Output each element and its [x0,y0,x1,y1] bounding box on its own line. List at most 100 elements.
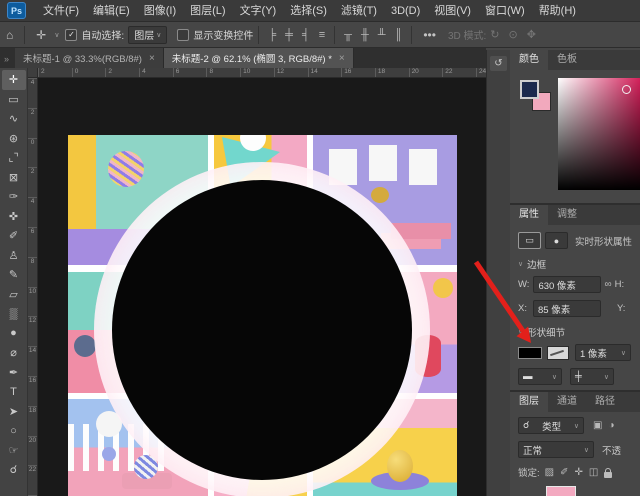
tool-button[interactable]: ∿ [2,109,26,129]
color-picker-marker[interactable] [622,85,631,94]
ruler-tick-label: 2 [28,108,37,138]
ruler-tick-label: 20 [28,436,37,466]
tool-button[interactable]: ➤ [2,402,26,422]
tool-button[interactable]: ☞ [2,441,26,461]
tool-button[interactable]: ▱ [2,285,26,305]
auto-select-checkbox[interactable]: ✓ [65,29,77,41]
blend-mode-value: 正常 [523,443,542,457]
lock-option-icon[interactable]: ◫ [586,467,601,478]
mode3d-icon[interactable]: ⊙ [505,28,522,41]
tool-button[interactable]: ✜ [2,207,26,227]
tool-button[interactable]: ⊠ [2,168,26,188]
ruler-origin-corner[interactable] [28,68,38,78]
menu-item[interactable]: 文件(F) [36,0,86,22]
tool-button[interactable]: ⌀ [2,343,26,363]
lock-option-icon[interactable]: ✛ [571,467,585,478]
x-input[interactable]: 85 像素 [533,300,601,317]
tool-button[interactable]: ⊛ [2,129,26,149]
ellipse-shape-layer[interactable] [112,180,412,480]
layer-filter-icon[interactable]: ▣ [590,420,605,431]
lock-option-icon[interactable]: ▨ [542,467,557,478]
stroke-align-dropdown[interactable]: ╪ ∨ [570,368,614,385]
align-icon[interactable]: ╨ [374,29,390,41]
close-icon[interactable]: × [149,53,155,64]
align-icon[interactable]: ╫ [357,29,373,41]
auto-select-target-dropdown[interactable]: 图层 ∨ [128,26,167,44]
width-input[interactable]: 630 像素 [533,276,601,293]
tab-properties[interactable]: 属性 [510,205,548,225]
tool-button[interactable]: ✒ [2,363,26,383]
canvas-artwork[interactable] [68,135,457,496]
align-icon[interactable]: ╞ [264,29,280,41]
menu-item[interactable]: 3D(D) [384,0,427,22]
more-options-icon[interactable]: ••• [417,28,442,42]
tool-button[interactable]: ○ [2,421,26,441]
lock-all-icon[interactable] [604,472,612,478]
move-tool-preset-icon[interactable]: ✛ [30,28,52,42]
align-icon[interactable]: ╥ [340,29,356,41]
menu-items: 文件(F)编辑(E)图像(I)图层(L)文字(Y)选择(S)滤镜(T)3D(D)… [36,0,583,22]
menu-item[interactable]: 帮助(H) [532,0,583,22]
tab-paths[interactable]: 路径 [586,392,624,412]
stroke-style-dropdown[interactable]: ▬ ∨ [518,368,562,385]
tab-adjustments[interactable]: 调整 [548,205,586,225]
show-transform-checkbox[interactable] [177,29,189,41]
menu-item[interactable]: 文字(Y) [233,0,284,22]
tool-button[interactable]: ▒ [2,304,26,324]
tab-swatches[interactable]: 色板 [548,50,586,70]
blend-mode-dropdown[interactable]: 正常 ∨ [518,441,594,458]
tool-button[interactable]: ▭ [2,90,26,110]
mode3d-icon[interactable]: ✥ [523,28,540,41]
link-dimensions-icon[interactable]: ∞ [601,279,614,290]
home-icon[interactable]: ⌂ [0,28,19,42]
rectangle-properties-icon[interactable]: ▭ [518,232,541,249]
menu-item[interactable]: 图层(L) [183,0,232,22]
stroke-color-swatch[interactable] [547,346,569,360]
menu-item[interactable]: 图像(I) [137,0,183,22]
border-section-title: 边框 [527,257,546,271]
menu-item[interactable]: 滤镜(T) [334,0,384,22]
tool-button[interactable]: ⌞⌝ [2,148,26,168]
history-panel-icon[interactable]: ↺ [490,56,507,71]
vertical-ruler[interactable]: 42024681012141618202224 [28,78,38,496]
tool-button[interactable]: ☌ [2,460,26,480]
tab-channels[interactable]: 通道 [548,392,586,412]
section-collapse-icon[interactable]: ∨ [518,260,523,268]
toolbar-collapse-icon[interactable]: » [0,54,15,68]
document-tab[interactable]: 未标题-2 @ 62.1% (椭圆 3, RGB/8#) * × [164,48,354,68]
menu-item[interactable]: 视图(V) [427,0,478,22]
menu-item[interactable]: 窗口(W) [478,0,532,22]
layer-filter-dropdown[interactable]: ☌ 类型 ∨ [518,417,584,434]
section-collapse-icon[interactable]: ∨ [518,328,523,336]
tool-button[interactable]: ♙ [2,246,26,266]
canvas-pasteboard[interactable] [38,78,486,496]
color-gradient-field[interactable] [558,78,640,190]
tool-button[interactable]: ✎ [2,265,26,285]
tool-button[interactable]: ✑ [2,187,26,207]
fill-color-swatch[interactable] [518,347,542,359]
chevron-down-icon[interactable]: ∨ [54,31,59,39]
ellipse-properties-icon[interactable]: ● [545,232,568,249]
layer-thumbnail[interactable] [546,486,576,496]
align-icon[interactable]: ≡ [315,29,329,41]
stroke-width-input[interactable]: 1 像素 ∨ [575,344,631,361]
align-icon[interactable]: ║ [391,29,407,41]
mode3d-icon[interactable]: ↻ [486,28,503,41]
horizontal-ruler[interactable]: 20246810121416182022242628 [38,68,486,78]
tool-button[interactable]: ✛ [2,70,26,90]
menu-item[interactable]: 选择(S) [283,0,334,22]
tool-button[interactable]: ✐ [2,226,26,246]
foreground-color-swatch[interactable] [520,80,539,99]
tab-layers[interactable]: 图层 [510,392,548,412]
tab-color[interactable]: 颜色 [510,50,548,70]
tool-button[interactable]: ● [2,324,26,344]
document-tab[interactable]: 未标题-1 @ 33.3%(RGB/8#) × [15,48,164,68]
stroke-style-icon: ▬ [523,371,533,382]
layer-filter-icon[interactable]: ◑ [605,420,617,431]
close-icon[interactable]: × [339,53,345,64]
tool-button[interactable]: T [2,382,26,402]
lock-option-icon[interactable]: ✐ [557,467,571,478]
align-icon[interactable]: ╪ [281,29,297,41]
menu-item[interactable]: 编辑(E) [86,0,137,22]
align-icon[interactable]: ╡ [298,29,314,41]
